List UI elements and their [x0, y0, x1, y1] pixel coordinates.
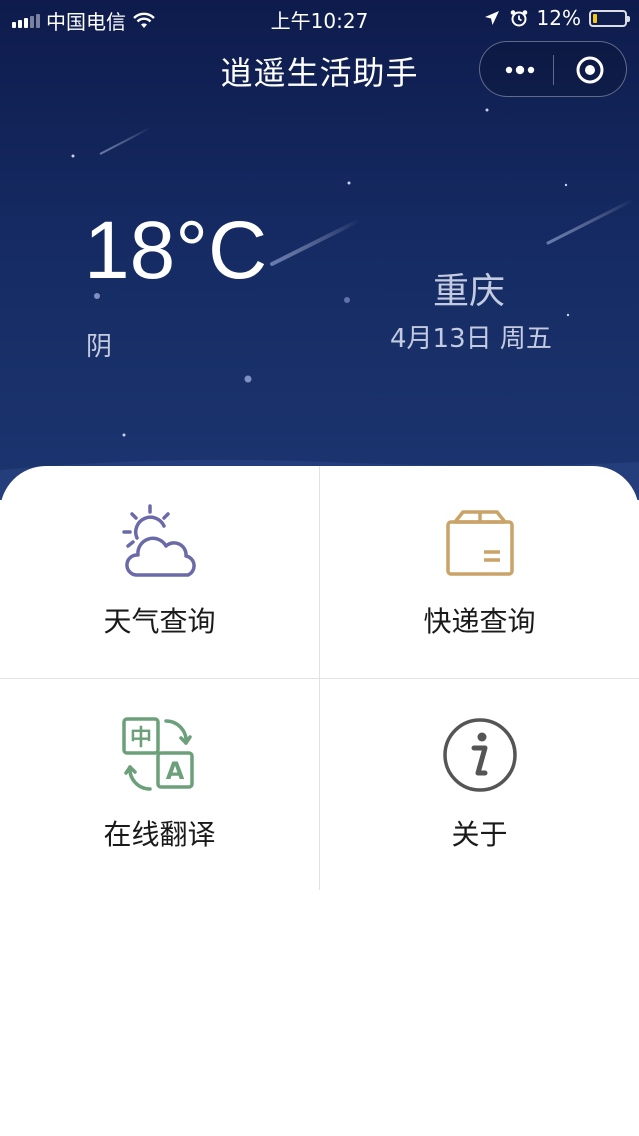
about-label: 关于	[451, 818, 508, 851]
translate-tile[interactable]: 中 A 在线翻译	[0, 679, 319, 890]
date-label: 4月13日 周五	[390, 324, 552, 354]
express-query-label: 快递查询	[423, 605, 536, 638]
svg-text:中: 中	[129, 726, 151, 751]
battery-icon	[589, 9, 630, 27]
express-query-tile[interactable]: 快递查询	[320, 466, 639, 677]
info-icon	[442, 718, 517, 792]
status-right: 12%	[483, 6, 630, 30]
weather-hero: 中国电信 上午10:27 12% 逍遥生活助手 18°C 阴 重庆 4月13日 …	[0, 0, 639, 500]
temperature: 18°C	[84, 205, 268, 296]
capsule-divider	[553, 55, 554, 85]
more-dots-icon[interactable]	[502, 58, 538, 82]
about-tile[interactable]: 关于	[320, 679, 639, 890]
weather-sun-cloud-icon	[121, 504, 196, 577]
weather-condition: 阴	[86, 332, 113, 362]
close-target-icon[interactable]	[574, 54, 606, 86]
status-bar: 中国电信 上午10:27 12%	[0, 0, 639, 36]
alarm-clock-icon	[510, 10, 527, 27]
function-grid: 天气查询 快递查询 中 A 在线翻译 关于	[0, 466, 639, 1136]
package-box-icon	[445, 510, 514, 576]
translate-icon: 中 A	[121, 717, 194, 791]
menu-capsule	[479, 41, 627, 97]
svg-text:A: A	[165, 757, 184, 785]
app-screen: 中国电信 上午10:27 12% 逍遥生活助手 18°C 阴 重庆 4月13日 …	[0, 0, 639, 1136]
weather-query-label: 天气查询	[103, 605, 216, 638]
city-name: 重庆	[433, 271, 506, 312]
battery-fill	[593, 13, 597, 23]
weather-query-tile[interactable]: 天气查询	[0, 466, 319, 677]
battery-percent: 12%	[536, 6, 581, 30]
translate-label: 在线翻译	[103, 818, 216, 851]
location-arrow-icon	[484, 11, 499, 25]
